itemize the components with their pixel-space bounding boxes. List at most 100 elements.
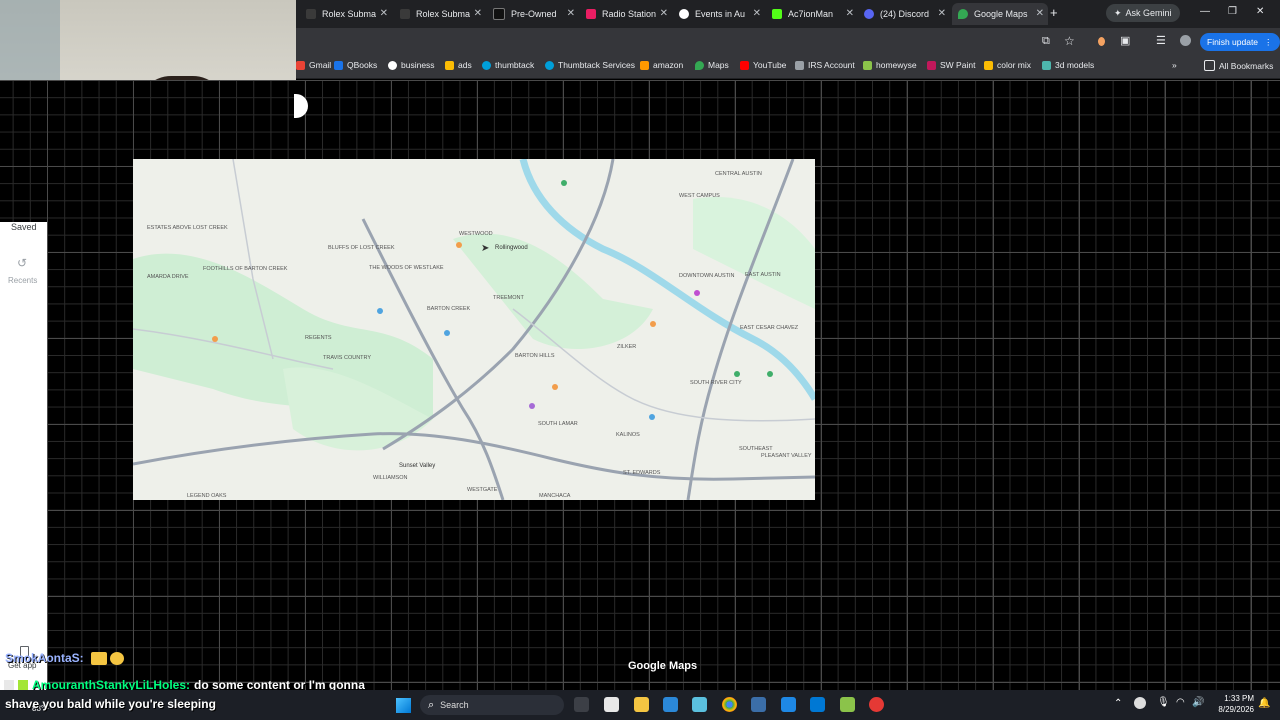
notepad-icon[interactable]: [604, 697, 619, 712]
tab-0[interactable]: Rolex Subma ✕: [306, 3, 392, 25]
place-pin[interactable]: [456, 242, 462, 248]
youtube-icon: [740, 60, 749, 70]
emote-icon: [110, 652, 125, 666]
wifi-icon[interactable]: ◠: [1176, 697, 1185, 708]
place-pin[interactable]: [650, 321, 656, 327]
chat-username: SmokAontaS:: [5, 651, 84, 665]
close-icon[interactable]: ✕: [938, 8, 946, 19]
ask-gemini-button[interactable]: ✦ Ask Gemini: [1106, 4, 1180, 22]
close-icon[interactable]: ✕: [380, 8, 388, 19]
maps-pin-icon: [695, 60, 704, 70]
tab-label: Rolex Subma: [416, 9, 471, 19]
bookmark-thumbtack-services[interactable]: Thumbtack Services: [545, 60, 635, 70]
bookmark-maps[interactable]: Maps: [695, 60, 729, 70]
close-icon[interactable]: ✕: [567, 8, 575, 19]
place-pin[interactable]: [561, 180, 567, 186]
bookmark-amazon[interactable]: amazon: [640, 60, 683, 70]
new-tab-button[interactable]: +: [1050, 5, 1058, 20]
bookmark-homewyse[interactable]: homewyse: [863, 60, 917, 70]
tab-1[interactable]: Rolex Subma ✕: [400, 3, 486, 25]
bookmark-star-icon[interactable]: ☆: [1064, 34, 1075, 48]
windows-start-icon[interactable]: [396, 698, 411, 713]
clock[interactable]: 1:33 PM 8/29/2026: [1210, 693, 1254, 715]
bookmark-ads[interactable]: ads: [445, 60, 472, 70]
irs-icon: [795, 60, 804, 70]
all-bookmarks-button[interactable]: All Bookmarks: [1204, 60, 1273, 71]
map-label: BARTON HILLS: [515, 353, 555, 359]
bookmark-label: ads: [458, 60, 472, 70]
extension-icon[interactable]: [1098, 37, 1105, 46]
minecraft-icon[interactable]: [840, 697, 855, 712]
restore-icon[interactable]: ❐: [1228, 6, 1237, 17]
bookmark-label: color mix: [997, 60, 1032, 70]
bookmark-qbooks[interactable]: QBooks: [334, 60, 377, 70]
tab-7-active[interactable]: Google Maps ✕: [952, 3, 1048, 25]
tab-4[interactable]: Events in Au ✕: [679, 3, 765, 25]
tab-favicon-icon: [679, 9, 689, 19]
close-icon[interactable]: ✕: [1036, 8, 1044, 19]
close-icon[interactable]: ✕: [753, 8, 761, 19]
place-pin[interactable]: [212, 336, 218, 342]
place-pin[interactable]: [377, 308, 383, 314]
close-icon[interactable]: ✕: [474, 8, 482, 19]
profile-avatar[interactable]: [1180, 35, 1191, 46]
tab-3[interactable]: Radio Station ✕: [586, 3, 672, 25]
amazon-icon: [640, 60, 649, 70]
microphone-icon[interactable]: 🎙: [1157, 697, 1170, 708]
bookmark-thumbtack[interactable]: thumbtack: [482, 60, 534, 70]
notification-bell-icon[interactable]: 🔔: [1258, 698, 1270, 709]
chrome-icon[interactable]: [722, 697, 737, 712]
app-icon[interactable]: [810, 697, 825, 712]
recents-label[interactable]: Recents: [8, 276, 37, 285]
place-pin[interactable]: [734, 371, 740, 377]
minimize-icon[interactable]: —: [1200, 6, 1210, 17]
bookmark-3d-models[interactable]: 3d models: [1042, 60, 1094, 70]
place-pin[interactable]: [444, 330, 450, 336]
onedrive-icon[interactable]: [1134, 697, 1146, 709]
close-window-icon[interactable]: ✕: [1256, 6, 1264, 17]
place-pin[interactable]: [529, 403, 535, 409]
bookmark-irs-account[interactable]: IRS Account: [795, 60, 855, 70]
chat-message-1: SmokAontaS:: [5, 651, 125, 666]
install-app-icon[interactable]: ⧉: [1042, 35, 1050, 48]
app-icon[interactable]: [692, 697, 707, 712]
map-label: Rollingwood: [495, 245, 528, 251]
tab-search-icon[interactable]: ☰: [1156, 34, 1166, 47]
finish-update-button[interactable]: Finish update ⋮: [1200, 33, 1280, 51]
file-explorer-icon[interactable]: [634, 697, 649, 712]
map-view[interactable]: ESTATES ABOVE LOST CREEK AMARDA DRIVE FO…: [133, 159, 815, 500]
place-pin[interactable]: [767, 371, 773, 377]
tray-chevron-icon[interactable]: ⌃: [1114, 698, 1122, 709]
bookmark-color-mix[interactable]: color mix: [984, 60, 1031, 70]
calculator-icon[interactable]: [663, 697, 678, 712]
photos-icon[interactable]: [781, 697, 796, 712]
bookmark-youtube[interactable]: YouTube: [740, 60, 786, 70]
google-maps-watermark: Google Maps: [628, 660, 698, 672]
task-view-icon[interactable]: [574, 697, 589, 712]
tab-5[interactable]: Ac7ionMan ✕: [772, 3, 858, 25]
bookmark-gmail[interactable]: Gmail: [296, 60, 331, 70]
volume-icon[interactable]: 🔊: [1192, 697, 1204, 708]
time-label: 1:33 PM: [1224, 694, 1254, 703]
saved-label[interactable]: Saved: [11, 222, 37, 232]
place-pin[interactable]: [694, 290, 700, 296]
taskbar-search-box[interactable]: ⌕ Search: [420, 695, 564, 715]
map-label: WESTWOOD: [459, 231, 493, 237]
bookmarks-overflow-chevron-icon[interactable]: »: [1172, 60, 1177, 70]
calculator-app-icon[interactable]: [751, 697, 766, 712]
app-icon[interactable]: [869, 697, 884, 712]
more-menu-icon: ⋮: [1264, 36, 1273, 47]
mouse-cursor-icon: ➤: [481, 243, 490, 254]
maps-pin-icon: [958, 9, 968, 19]
extensions-puzzle-icon[interactable]: ▣: [1120, 34, 1130, 47]
tab-2[interactable]: Pre-Owned ✕: [493, 3, 579, 25]
close-icon[interactable]: ✕: [660, 8, 668, 19]
place-pin[interactable]: [649, 414, 655, 420]
history-icon[interactable]: ↺: [17, 256, 27, 270]
close-icon[interactable]: ✕: [846, 8, 854, 19]
bookmark-label: YouTube: [753, 60, 787, 70]
place-pin[interactable]: [552, 384, 558, 390]
tab-6[interactable]: (24) Discord ✕: [864, 3, 950, 25]
bookmark-business[interactable]: business: [388, 60, 435, 70]
bookmark-sw-paint[interactable]: SW Paint: [927, 60, 975, 70]
